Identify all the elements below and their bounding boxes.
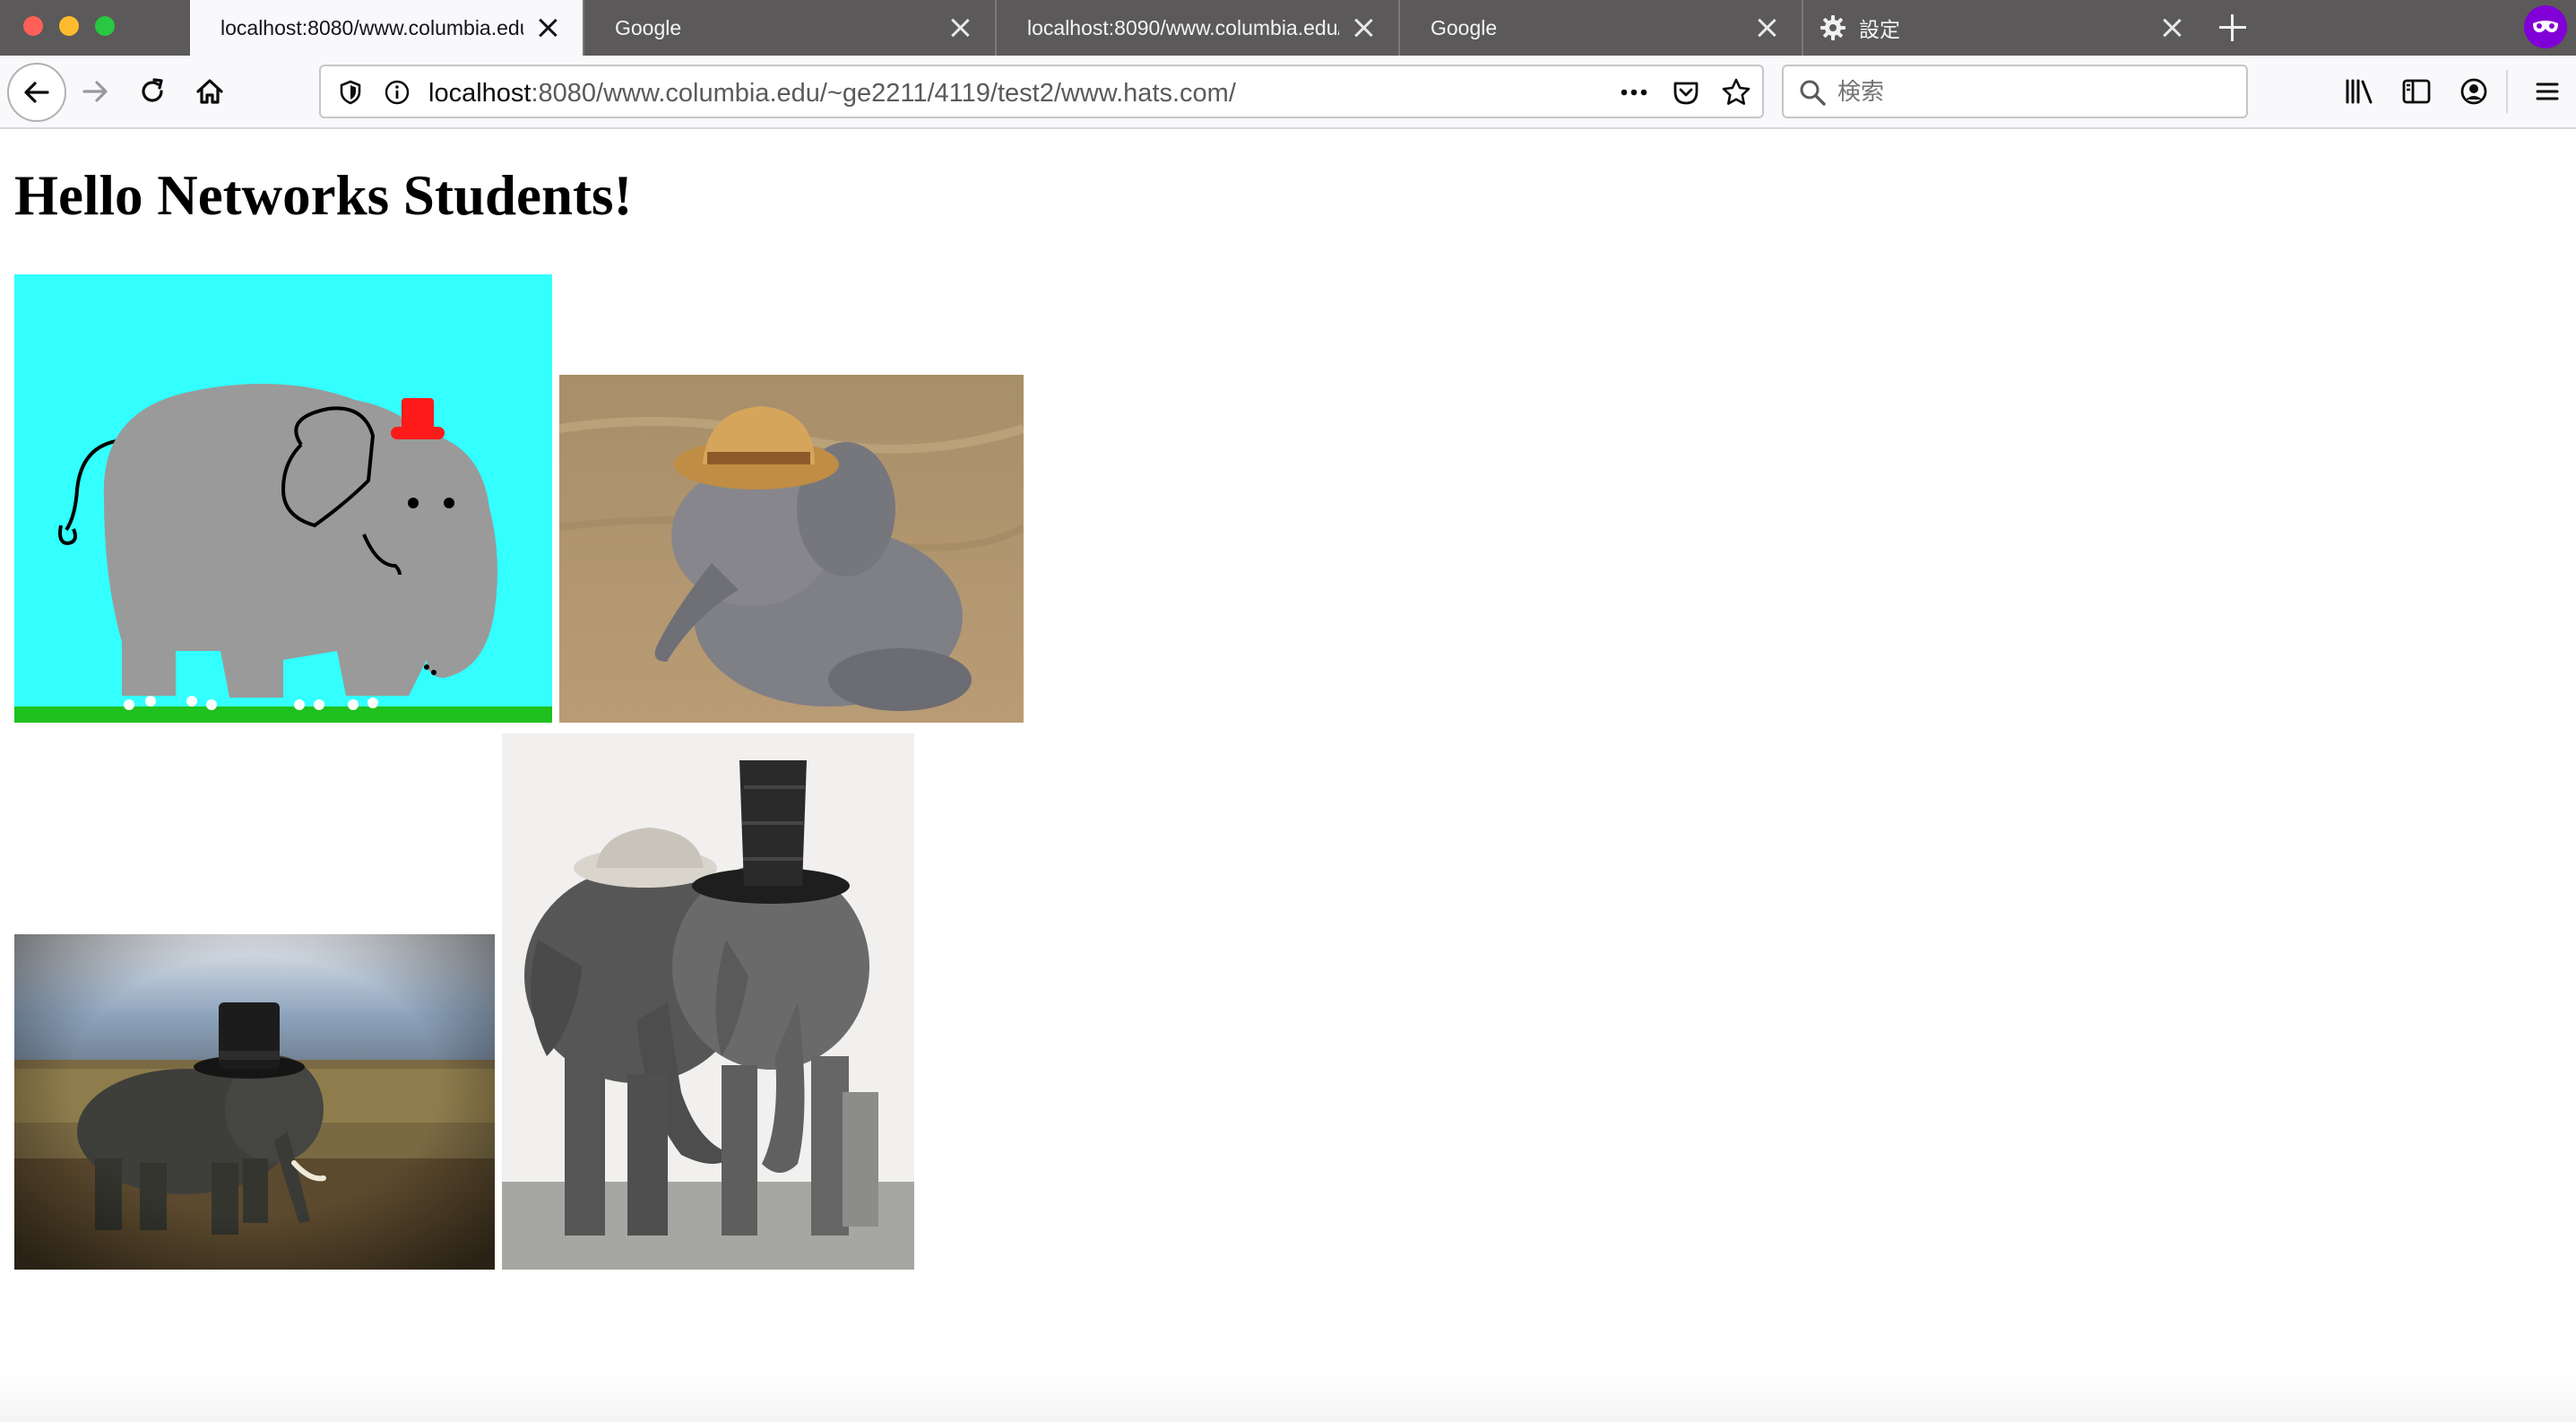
tab-settings[interactable]: 設定 [1802,0,2207,56]
home-icon [196,79,223,104]
back-button[interactable] [7,63,66,122]
tab-close-icon[interactable] [1753,14,1780,41]
gear-icon [1820,14,1846,41]
two-elephants-hats-photo [502,733,914,1270]
back-arrow-icon [24,82,49,103]
url-text[interactable]: localhost:8080/www.columbia.edu/~ge2211/… [428,79,1236,108]
url-host: localhost [428,79,532,108]
more-icon[interactable] [1619,79,1649,110]
baby-elephant-straw-hat-image [559,375,1024,723]
tab-google-1[interactable]: Google [583,0,995,56]
menu-icon[interactable] [2520,65,2574,118]
page-heading: Hello Networks Students! [14,164,633,227]
account-icon[interactable] [2447,65,2501,118]
tab-close-icon[interactable] [2158,14,2185,41]
window-close-button[interactable] [23,16,43,36]
home-button[interactable] [183,65,237,118]
tab-localhost-8080[interactable]: localhost:8080/www.columbia.edu/~ge2211/… [190,0,583,56]
page-bottom-shadow [0,1372,2576,1422]
tab-close-icon[interactable] [534,14,561,41]
library-icon[interactable] [2332,65,2386,118]
url-bar[interactable]: localhost:8080/www.columbia.edu/~ge2211/… [319,65,1764,118]
elephant-top-hat-savanna-image [14,934,495,1270]
tab-title: Google [615,15,682,39]
reload-icon [142,78,163,102]
search-input[interactable] [1837,75,2232,109]
new-tab-button[interactable] [2214,9,2252,47]
tab-localhost-8090[interactable]: localhost:8090/www.columbia.edu/ [995,0,1398,56]
cartoon-elephant-red-hat-image [14,274,552,723]
tab-title: localhost:8090/www.columbia.edu/ [1027,15,1339,39]
tab-title: Google [1431,15,1498,39]
reload-button[interactable] [125,65,179,118]
forward-button[interactable] [68,65,122,118]
site-info-icon[interactable] [384,79,411,110]
tracking-shield-icon[interactable] [337,79,364,110]
forward-arrow-icon [82,81,108,102]
navigation-toolbar: localhost:8080/www.columbia.edu/~ge2211/… [0,56,2576,129]
search-icon [1798,78,1827,111]
tab-google-2[interactable]: Google [1398,0,1802,56]
search-bar[interactable] [1782,65,2248,118]
toolbar-divider [2506,70,2508,113]
tab-strip: localhost:8080/www.columbia.edu/~ge2211/… [0,0,2576,56]
private-browsing-icon [2524,5,2567,48]
window-minimize-button[interactable] [59,16,79,36]
star-icon[interactable] [1721,77,1751,112]
tab-close-icon[interactable] [1350,14,1377,41]
tab-title: 設定 [1859,19,1900,42]
tab-close-icon[interactable] [947,14,973,41]
tab-title: localhost:8080/www.columbia.edu/~ge2211/… [220,15,523,39]
window-zoom-button[interactable] [95,16,115,36]
sidebar-icon[interactable] [2390,65,2443,118]
url-path: :8080/www.columbia.edu/~ge2211/4119/test… [531,79,1236,108]
pocket-icon[interactable] [1671,77,1701,112]
